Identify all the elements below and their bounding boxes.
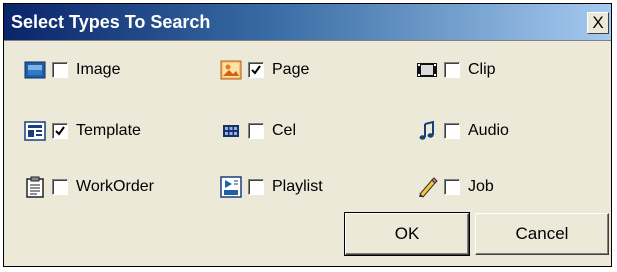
page-icon (220, 59, 242, 81)
playlist-checkbox[interactable] (248, 179, 264, 195)
type-item-template[interactable]: Template (24, 116, 141, 146)
select-types-dialog: Select Types To Search X Image Page Clip… (3, 3, 612, 267)
job-checkbox[interactable] (444, 179, 460, 195)
clip-label: Clip (468, 61, 496, 78)
playlist-icon (220, 176, 242, 198)
checkmark-icon (251, 65, 261, 75)
type-item-clip[interactable]: Clip (416, 55, 496, 85)
page-label: Page (272, 61, 310, 78)
checkmark-icon (55, 126, 65, 136)
cel-checkbox[interactable] (248, 123, 264, 139)
template-checkbox[interactable] (52, 123, 68, 139)
type-item-playlist[interactable]: Playlist (220, 172, 323, 202)
page-checkbox[interactable] (248, 62, 264, 78)
dialog-title: Select Types To Search (11, 12, 211, 32)
close-button[interactable]: X (587, 12, 609, 34)
clip-checkbox[interactable] (444, 62, 460, 78)
type-item-page[interactable]: Page (220, 55, 309, 85)
type-item-audio[interactable]: Audio (416, 116, 509, 146)
image-label: Image (76, 61, 121, 78)
job-icon (416, 176, 438, 198)
image-checkbox[interactable] (52, 62, 68, 78)
type-item-cel[interactable]: Cel (220, 116, 296, 146)
audio-icon (416, 120, 438, 142)
template-label: Template (76, 122, 141, 139)
ok-button[interactable]: OK (344, 212, 470, 256)
type-item-image[interactable]: Image (24, 55, 120, 85)
clip-icon (416, 59, 438, 81)
cel-icon (220, 120, 242, 142)
job-label: Job (468, 178, 494, 195)
type-item-job[interactable]: Job (416, 172, 494, 202)
ok-button-label: OK (394, 224, 420, 243)
cancel-button[interactable]: Cancel (475, 213, 609, 255)
audio-label: Audio (468, 122, 509, 139)
playlist-label: Playlist (272, 178, 323, 195)
cancel-button-label: Cancel (515, 224, 569, 243)
title-bar[interactable]: Select Types To Search X (4, 4, 611, 41)
template-icon (24, 120, 46, 142)
type-item-workorder[interactable]: WorkOrder (24, 172, 154, 202)
close-icon: X (592, 13, 604, 32)
workorder-checkbox[interactable] (52, 179, 68, 195)
audio-checkbox[interactable] (444, 123, 460, 139)
workorder-label: WorkOrder (76, 178, 154, 195)
image-icon (24, 59, 46, 81)
workorder-icon (24, 176, 46, 198)
cel-label: Cel (272, 122, 297, 139)
